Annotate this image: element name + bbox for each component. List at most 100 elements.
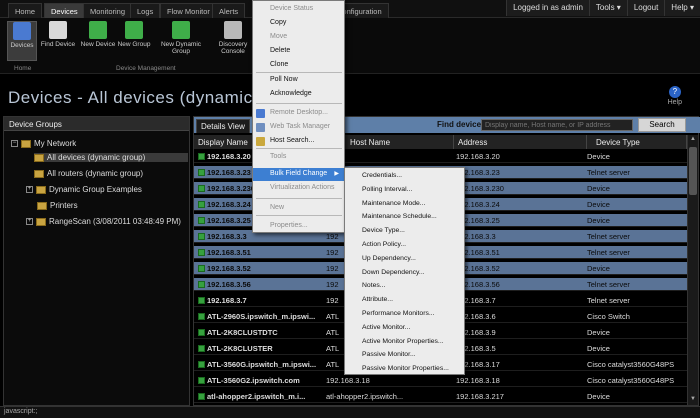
submenu-item-device-type[interactable]: Device Type... [345,225,464,238]
menu-item-bulk-field-change[interactable]: Bulk Field Change ▶ [253,168,344,181]
device-status-icon [198,345,205,352]
new-device-button[interactable]: New Device [80,21,116,61]
expand-icon[interactable]: + [26,218,33,225]
logout-link[interactable]: Logout [626,0,665,16]
cell-display-name: 192.168.3.7 [198,296,324,305]
tree-item-printers[interactable]: Printers [37,201,78,210]
cell-device-type: Cisco Switch [587,312,687,321]
device-status-icon [198,185,205,192]
expand-icon[interactable]: + [26,186,33,193]
discovery-console-label: Discovery Console [218,41,248,55]
cell-text: 192.168.3.23 [207,168,251,177]
cell-text: Cisco catalyst3560G48PS [587,376,675,385]
new-group-button[interactable]: New Group [117,21,151,61]
cell-device-type: Telnet server [587,280,687,289]
cell-display-name: ATL-2960S.ipswitch_m.ipswi... [198,312,324,321]
tab-details-view[interactable]: Details View [196,119,250,133]
cell-text: ATL-3560G2.ipswitch.com [207,376,300,385]
menu-item-host-search[interactable]: Host Search... [253,135,344,148]
cell-display-name: ATL-3560G.ipswitch_m.ipswi... [198,360,324,369]
folder-icon [36,217,46,226]
menu-separator [256,72,342,73]
cell-text: 192 [326,248,339,257]
new-dynamic-group-button[interactable]: New Dynamic Group [158,21,204,61]
search-button[interactable]: Search [638,118,686,132]
tree-item-all-routers[interactable]: All routers (dynamic group) [34,169,143,178]
submenu-item-maintenance-schedule[interactable]: Maintenance Schedule... [345,211,464,224]
help-label: Help [667,99,682,106]
submenu-item-active-monitor[interactable]: Active Monitor... [345,322,464,335]
submenu-item-down-dependency[interactable]: Down Dependency... [345,267,464,280]
cell-text: 192.168.3.230 [207,184,255,193]
cell-text: 192.168.3.7 [207,296,247,305]
toolbar: Devices Find Device New Device New Group… [0,18,700,74]
tree-item-my-network[interactable]: − My Network [11,139,76,148]
scroll-thumb[interactable] [689,147,697,195]
menu-item-label: Bulk Field Change [270,170,328,177]
submenu-item-action-policy[interactable]: Action Policy... [345,239,464,252]
tree-item-rangescan[interactable]: + RangeScan (3/08/2011 03:48:49 PM) [26,217,181,226]
submenu-item-credentials[interactable]: Credentials... [345,170,464,183]
cell-address: 192.168.3.6 [456,312,590,321]
menu-item-delete[interactable]: Delete [253,45,344,58]
cell-address: 192.168.3.20 [456,152,590,161]
submenu-item-performance-monitors[interactable]: Performance Monitors... [345,308,464,321]
device-status-icon [198,265,205,272]
menu-item-label: Tools [270,153,287,160]
folder-icon [21,139,31,148]
cell-text: Telnet server [587,168,630,177]
cell-text: 192.168.3.20 [456,152,500,161]
menu-item-move: Move [253,31,344,44]
cell-address: 192.168.3.230 [456,184,590,193]
new-device-label: New Device [80,41,116,48]
find-device-button[interactable]: Find Device [40,21,76,61]
cell-text: ATL-2K8CLUSTER [207,344,273,353]
submenu-item-polling-interval[interactable]: Polling Interval... [345,184,464,197]
menu-item-acknowledge[interactable]: Acknowledge [253,88,344,101]
tab-flow-monitor[interactable]: Flow Monitor [160,3,217,18]
submenu-item-passive-monitor[interactable]: Passive Monitor... [345,349,464,362]
help-menu[interactable]: Help ▾ [664,0,700,16]
tab-monitoring[interactable]: Monitoring [83,3,133,18]
cell-device-type: Device [587,264,687,273]
cell-text: 192 [326,264,339,273]
collapse-icon[interactable]: − [11,140,18,147]
help-button[interactable]: ? Help [668,86,682,106]
cell-text: ATL [326,360,340,369]
tab-home[interactable]: Home [8,3,43,18]
tools-menu[interactable]: Tools ▾ [588,0,627,16]
device-status-icon [198,233,205,240]
new-device-icon [89,21,107,39]
devices-button[interactable]: Devices [7,21,37,61]
tree-item-all-devices[interactable]: All devices (dynamic group) [34,153,188,162]
submenu-item-attribute[interactable]: Attribute... [345,294,464,307]
folder-icon [36,185,46,194]
submenu-item-passive-monitor-properties[interactable]: Passive Monitor Properties... [345,363,464,376]
submenu-item-maintenance-mode[interactable]: Maintenance Mode... [345,198,464,211]
submenu-item-notes[interactable]: Notes... [345,280,464,293]
column-device-type[interactable]: Device Type [587,135,687,149]
cell-device-type: Device [587,152,687,161]
tab-logs[interactable]: Logs [130,3,161,18]
menu-item-clone[interactable]: Clone [253,59,344,72]
vertical-scrollbar[interactable]: ▲ ▼ [687,135,698,405]
device-status-icon [198,329,205,336]
find-device-input[interactable] [481,119,633,131]
cell-text: atl-ahopper2.ipswitch... [326,392,404,401]
discovery-console-button[interactable]: Discovery Console [212,21,254,61]
menu-item-label: Properties... [270,222,308,229]
submenu-item-up-dependency[interactable]: Up Dependency... [345,253,464,266]
column-address[interactable]: Address [454,135,587,149]
tab-alerts[interactable]: Alerts [212,3,246,18]
cell-display-name: 192.168.3.52 [198,264,324,273]
submenu-item-active-monitor-properties[interactable]: Active Monitor Properties... [345,336,464,349]
cell-display-name: ATL-2K8CLUSTDTC [198,328,324,337]
cell-device-type: Device [587,216,687,225]
table-row[interactable]: atl-ahopper2.ipswitch_m.i... atl-ahopper2… [194,390,687,403]
scroll-down-icon[interactable]: ▼ [689,396,697,404]
tree-item-dynamic-group-examples[interactable]: + Dynamic Group Examples [26,185,142,194]
tab-devices[interactable]: Devices [44,3,85,18]
menu-item-copy[interactable]: Copy [253,17,344,30]
scroll-up-icon[interactable]: ▲ [689,136,697,144]
menu-item-poll-now[interactable]: Poll Now [253,74,344,87]
